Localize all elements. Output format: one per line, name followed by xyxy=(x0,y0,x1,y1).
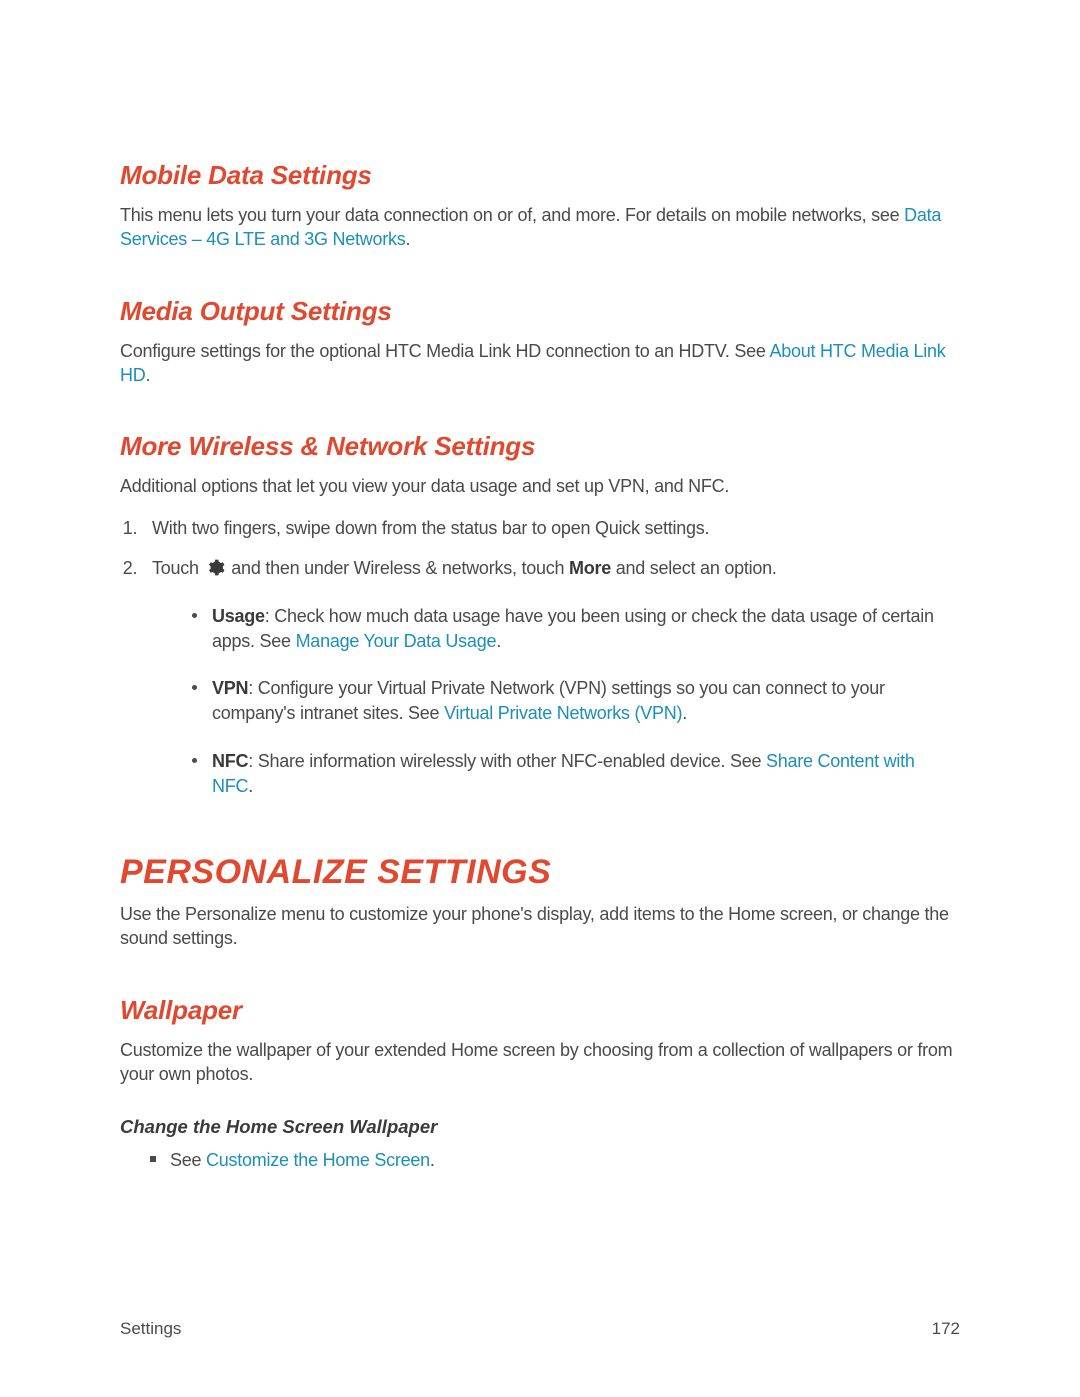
bullet-usage: Usage: Check how much data usage have yo… xyxy=(192,604,960,654)
heading-personalize: PERSONALIZE SETTINGS xyxy=(120,853,960,892)
subheading-change-wallpaper: Change the Home Screen Wallpaper xyxy=(120,1116,960,1138)
text: This menu lets you turn your data connec… xyxy=(120,205,904,225)
paragraph-wallpaper: Customize the wallpaper of your extended… xyxy=(120,1038,960,1087)
text: . xyxy=(406,229,411,249)
link-manage-data-usage[interactable]: Manage Your Data Usage xyxy=(296,631,497,651)
text: . xyxy=(146,365,151,385)
text: : Share information wirelessly with othe… xyxy=(248,751,766,771)
square-bullets: See Customize the Home Screen. xyxy=(120,1148,960,1173)
paragraph-personalize: Use the Personalize menu to customize yo… xyxy=(120,902,960,951)
heading-mobile-data: Mobile Data Settings xyxy=(120,160,960,191)
paragraph-more-wireless-intro: Additional options that let you view you… xyxy=(120,474,960,498)
step-2: Touch and then under Wireless & networks… xyxy=(142,556,960,799)
text: . xyxy=(430,1150,435,1170)
heading-media-output: Media Output Settings xyxy=(120,296,960,327)
text: Configure settings for the optional HTC … xyxy=(120,341,769,361)
sub-bullets: Usage: Check how much data usage have yo… xyxy=(152,604,960,799)
paragraph-mobile-data: This menu lets you turn your data connec… xyxy=(120,203,960,252)
text: See xyxy=(170,1150,206,1170)
footer-section: Settings xyxy=(120,1319,181,1339)
bullet-customize-home: See Customize the Home Screen. xyxy=(150,1148,960,1173)
document-page: Mobile Data Settings This menu lets you … xyxy=(0,0,1080,1397)
bullet-nfc: NFC: Share information wirelessly with o… xyxy=(192,749,960,799)
text: . xyxy=(496,631,501,651)
link-vpn[interactable]: Virtual Private Networks (VPN) xyxy=(444,703,682,723)
bold-usage: Usage xyxy=(212,606,265,626)
paragraph-media-output: Configure settings for the optional HTC … xyxy=(120,339,960,388)
bold-nfc: NFC xyxy=(212,751,248,771)
bullet-vpn: VPN: Configure your Virtual Private Netw… xyxy=(192,676,960,726)
bold-more: More xyxy=(569,558,611,578)
text: and select an option. xyxy=(611,558,777,578)
text: Touch xyxy=(152,558,204,578)
heading-more-wireless: More Wireless & Network Settings xyxy=(120,431,960,462)
text: . xyxy=(682,703,687,723)
link-customize-home-screen[interactable]: Customize the Home Screen xyxy=(206,1150,430,1170)
gear-icon xyxy=(206,558,225,584)
heading-wallpaper: Wallpaper xyxy=(120,995,960,1026)
steps-list: With two fingers, swipe down from the st… xyxy=(120,516,960,799)
text: . xyxy=(248,776,253,796)
text: and then under Wireless & networks, touc… xyxy=(227,558,569,578)
step-1: With two fingers, swipe down from the st… xyxy=(142,516,960,541)
bold-vpn: VPN xyxy=(212,678,248,698)
footer-page-number: 172 xyxy=(932,1319,960,1339)
page-footer: Settings 172 xyxy=(120,1319,960,1339)
